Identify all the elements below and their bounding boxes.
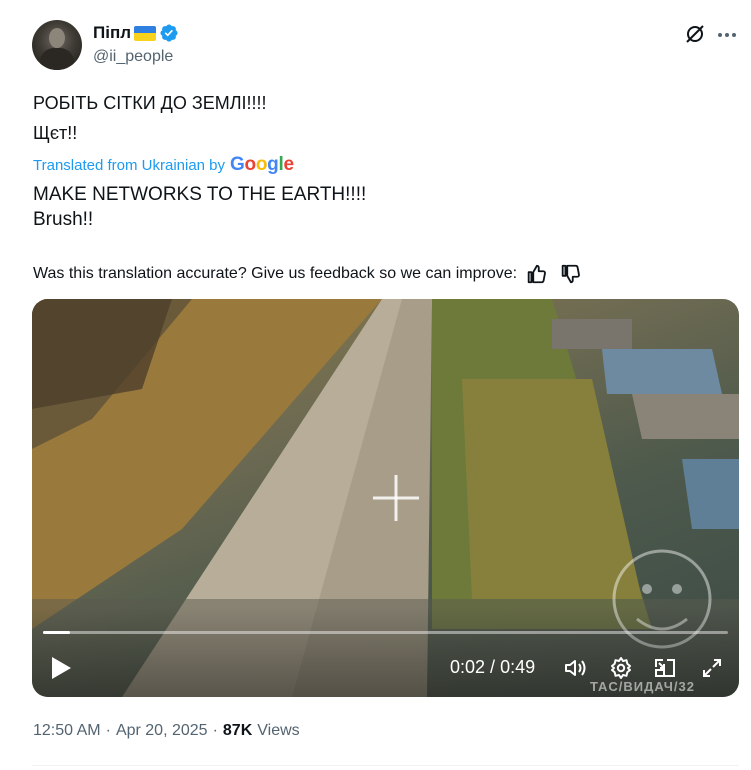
google-logo: Google — [230, 154, 294, 175]
picture-in-picture-icon[interactable] — [653, 656, 677, 680]
video-time: 0:02 / 0:49 — [450, 657, 535, 678]
avatar[interactable] — [32, 20, 82, 70]
thumbs-down-icon[interactable] — [559, 263, 581, 285]
divider — [32, 765, 739, 766]
translated-text-line: Brush!! — [33, 209, 94, 230]
grok-icon[interactable] — [683, 22, 707, 46]
video-progress-fill — [43, 631, 71, 634]
author-handle[interactable]: @ii_people — [93, 48, 173, 66]
tweet-time[interactable]: 12:50 AM — [33, 722, 101, 740]
tweet-meta: 12:50 AM · Apr 20, 2025 · 87K Views — [33, 722, 300, 740]
display-name[interactable]: Піпл — [93, 23, 131, 43]
fullscreen-icon[interactable] — [700, 656, 724, 680]
translated-text-line: MAKE NETWORKS TO THE EARTH!!!! — [33, 184, 367, 205]
translated-from-label: Translated from Ukrainian by — [33, 157, 226, 174]
tweet-text-line: Щєт!! — [33, 123, 78, 143]
meta-separator: · — [212, 722, 218, 739]
tweet-date[interactable]: Apr 20, 2025 — [116, 722, 208, 740]
more-icon[interactable] — [716, 24, 738, 46]
author-name-row[interactable]: Піпл — [93, 22, 179, 44]
translation-feedback: Was this translation accurate? Give us f… — [33, 263, 581, 285]
time-separator: / — [490, 657, 496, 677]
video-progress-bar[interactable] — [43, 631, 728, 634]
views-count[interactable]: 87K — [223, 722, 252, 740]
feedback-prompt: Was this translation accurate? Give us f… — [33, 265, 518, 282]
volume-icon[interactable] — [563, 656, 587, 680]
play-icon[interactable] — [50, 656, 72, 680]
meta-separator: · — [105, 722, 111, 739]
tweet-text-line: РОБІТЬ СІТКИ ДО ЗЕМЛІ!!!! — [33, 93, 267, 113]
thumbs-up-icon[interactable] — [525, 263, 547, 285]
gear-icon[interactable] — [609, 656, 633, 680]
video-watermark: TAC/ВИДАЧ/32 — [590, 679, 695, 694]
views-label: Views — [257, 722, 300, 739]
translated-from-link[interactable]: Translated from Ukrainian by Google — [33, 154, 294, 176]
current-time: 0:02 — [450, 657, 486, 677]
ukraine-flag-icon — [134, 25, 157, 41]
video-player[interactable]: TAC/ВИДАЧ/32 0:02 / 0:49 — [32, 299, 739, 697]
duration: 0:49 — [500, 657, 536, 677]
tweet: Піпл @ii_people РОБІТЬ СІТКИ ДО ЗЕМЛІ!!!… — [0, 0, 751, 770]
verified-badge-icon[interactable] — [159, 23, 179, 43]
